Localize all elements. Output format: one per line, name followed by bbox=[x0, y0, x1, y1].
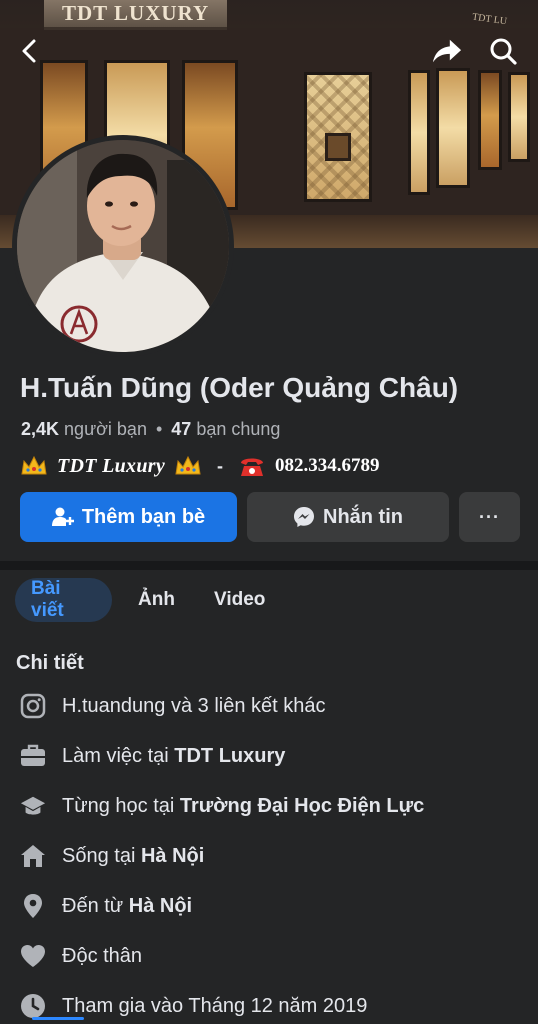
profile-bio: TDT Luxury - 082.334.6789 bbox=[20, 450, 380, 482]
detail-text: Đến từ Hà Nội bbox=[62, 894, 193, 917]
detail-links[interactable]: H.tuandung và 3 liên kết khác bbox=[20, 690, 326, 722]
search-icon bbox=[490, 38, 517, 65]
tab-posts[interactable]: Bài viết bbox=[15, 578, 112, 622]
avatar-photo bbox=[17, 140, 229, 352]
detail-from[interactable]: Đến từ Hà Nội bbox=[20, 890, 192, 922]
mutual-friends-label: bạn chung bbox=[196, 419, 281, 439]
details-title: Chi tiết bbox=[16, 652, 84, 674]
detail-text: Từng học tại Trường Đại Học Điện Lực bbox=[62, 794, 425, 817]
friends-label: người bạn bbox=[64, 419, 147, 439]
graduation-cap-icon bbox=[20, 793, 46, 819]
friends-count: 2,4K bbox=[21, 419, 60, 439]
storefront-window bbox=[478, 70, 502, 170]
add-friend-button[interactable]: Thêm bạn bè bbox=[20, 492, 237, 542]
share-button[interactable] bbox=[432, 36, 462, 66]
detail-text: Sống tại Hà Nội bbox=[62, 844, 205, 867]
add-friend-icon bbox=[51, 507, 74, 526]
detail-education[interactable]: Từng học tại Trường Đại Học Điện Lực bbox=[20, 790, 424, 822]
heart-icon bbox=[20, 943, 46, 969]
person-photo-icon bbox=[17, 140, 229, 352]
telephone-icon bbox=[241, 458, 263, 476]
bio-phone: 082.334.6789 bbox=[275, 455, 380, 476]
detail-text: Làm việc tại TDT Luxury bbox=[62, 744, 286, 767]
search-button[interactable] bbox=[488, 36, 518, 66]
clock-icon bbox=[20, 993, 46, 1019]
mutual-friends-count: 47 bbox=[171, 419, 192, 439]
location-pin-icon bbox=[20, 893, 46, 919]
bio-dash: - bbox=[217, 455, 223, 476]
storefront-window bbox=[508, 72, 530, 162]
back-arrow-icon bbox=[22, 39, 36, 63]
add-friend-label: Thêm bạn bè bbox=[81, 505, 206, 528]
tab-photos[interactable]: Ảnh bbox=[122, 578, 191, 622]
detail-text: H.tuandung và 3 liên kết khác bbox=[62, 694, 326, 717]
home-icon bbox=[20, 843, 46, 869]
framed-picture bbox=[325, 133, 351, 161]
storefront-window bbox=[304, 72, 372, 202]
crown-icon bbox=[175, 455, 201, 475]
messenger-icon bbox=[294, 507, 314, 527]
tab-video[interactable]: Video bbox=[198, 578, 281, 622]
bio-brand: TDT Luxury bbox=[57, 454, 165, 477]
detail-work[interactable]: Làm việc tại TDT Luxury bbox=[20, 740, 285, 772]
profile-name: H.Tuấn Dũng (Oder Quảng Châu) bbox=[20, 372, 459, 403]
message-label: Nhắn tin bbox=[323, 505, 403, 528]
friends-stats[interactable]: 2,4K người bạn • 47 bạn chung bbox=[21, 419, 280, 440]
store-sign: TDT LUXURY bbox=[44, 0, 228, 30]
detail-text: Độc thân bbox=[62, 944, 143, 967]
tab-indicator bbox=[32, 1017, 84, 1020]
detail-lives-in[interactable]: Sống tại Hà Nội bbox=[20, 840, 204, 872]
instagram-icon bbox=[20, 693, 46, 719]
briefcase-icon bbox=[20, 743, 46, 769]
more-options-button[interactable]: ··· bbox=[459, 492, 520, 542]
back-button[interactable] bbox=[14, 36, 44, 66]
section-divider bbox=[0, 561, 538, 570]
store-side-sign: TDT LU bbox=[471, 11, 508, 28]
detail-relationship[interactable]: Độc thân bbox=[20, 940, 142, 972]
message-button[interactable]: Nhắn tin bbox=[247, 492, 449, 542]
detail-text: Tham gia vào Tháng 12 năm 2019 bbox=[62, 994, 368, 1017]
share-icon bbox=[432, 39, 462, 63]
crown-icon bbox=[21, 455, 47, 475]
profile-avatar[interactable] bbox=[12, 135, 234, 357]
separator-dot: • bbox=[155, 419, 163, 439]
more-icon: ··· bbox=[479, 506, 500, 527]
storefront-window bbox=[436, 68, 470, 188]
storefront-window bbox=[408, 70, 430, 195]
